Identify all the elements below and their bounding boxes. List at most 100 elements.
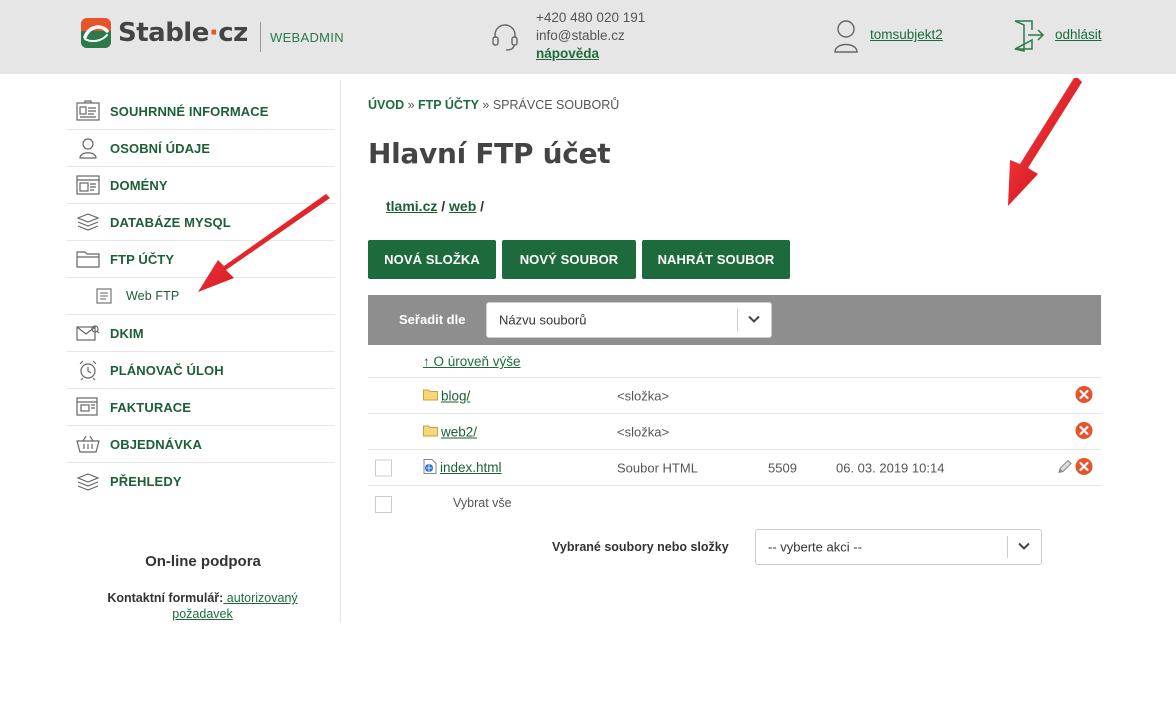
stack-icon: [75, 471, 101, 493]
contact-info: +420 480 020 191 info@stable.cz nápověda: [536, 9, 645, 63]
support-text: Kontaktní formulář: autorizovaný požadav…: [100, 590, 305, 622]
delete-icon[interactable]: [1075, 385, 1093, 406]
chevron-down-icon: [1017, 540, 1031, 555]
sidebar-item-label: SOUHRNNÉ INFORMACE: [110, 103, 269, 119]
id-card-icon: [75, 100, 101, 122]
sort-select[interactable]: Názvu souborů: [486, 302, 772, 338]
envelope-key-icon: [75, 322, 101, 344]
sidebar-item-label: OSOBNÍ ÚDAJE: [110, 140, 211, 156]
support-title: On-line podpora: [145, 553, 261, 570]
sidebar-divider: [340, 80, 341, 623]
new-folder-button[interactable]: NOVÁ SLOŽKA: [368, 240, 496, 279]
sidebar-item-order[interactable]: OBJEDNÁVKA: [67, 426, 335, 463]
logout-icon[interactable]: [1012, 18, 1046, 55]
breadcrumb-ftp[interactable]: FTP ÚČTY: [418, 98, 479, 112]
path-root-link[interactable]: tlami.cz: [386, 198, 437, 214]
sidebar-item-label: Web FTP: [126, 289, 180, 303]
sidebar-item-label: DOMÉNY: [110, 177, 168, 193]
html-file-icon: [423, 458, 437, 477]
phone-number: +420 480 020 191: [536, 10, 646, 25]
folder-icon: [423, 424, 438, 439]
sidebar-item-label: OBJEDNÁVKA: [110, 436, 203, 452]
parent-dir-row: ↑ O úroveň výše: [368, 347, 1101, 378]
folder-icon: [423, 388, 438, 403]
file-name-link[interactable]: index.html: [440, 460, 502, 475]
breadcrumb-home[interactable]: ÚVOD: [368, 98, 404, 112]
contact-email[interactable]: info@stable.cz: [536, 27, 645, 45]
file-size: 5509: [768, 460, 797, 475]
folder-icon: [75, 248, 101, 270]
document-icon: [95, 285, 113, 307]
browser-window-icon: [75, 174, 101, 196]
table-row: blog/ <složka>: [368, 378, 1101, 414]
breadcrumb-separator: »: [404, 98, 419, 112]
sidebar-item-label: DKIM: [110, 325, 144, 341]
chevron-down-icon: [747, 313, 761, 328]
sidebar-item-label: PŘEHLEDY: [110, 474, 182, 489]
page-title: Hlavní FTP účet: [368, 137, 611, 170]
path-separator: /: [437, 198, 450, 214]
pencil-icon[interactable]: [1057, 458, 1073, 477]
logo-divider: [260, 22, 261, 52]
invoice-icon: [75, 396, 101, 418]
new-file-button[interactable]: NOVÝ SOUBOR: [502, 240, 636, 279]
file-name-link[interactable]: blog/: [441, 388, 470, 403]
sidebar-item-summary[interactable]: SOUHRNNÉ INFORMACE: [67, 93, 335, 130]
path-separator: /: [476, 198, 485, 214]
sidebar-item-dkim[interactable]: DKIM: [67, 315, 335, 352]
basket-icon: [75, 433, 101, 455]
sidebar-item-label: PLÁNOVAČ ÚLOH: [110, 362, 224, 378]
select-divider: [1007, 536, 1008, 558]
sort-label: Seřadit dle: [399, 312, 466, 327]
app-subtitle: WEBADMIN: [270, 30, 344, 45]
parent-dir-link[interactable]: ↑ O úroveň výše: [423, 354, 521, 369]
current-path: tlami.cz / web /: [386, 198, 484, 214]
bulk-action-label: Vybrané soubory nebo složky: [552, 540, 729, 554]
select-divider: [737, 309, 738, 331]
help-link[interactable]: nápověda: [536, 46, 599, 61]
delete-icon[interactable]: [1075, 457, 1093, 478]
file-type: Soubor HTML: [617, 460, 698, 475]
database-icon: [75, 211, 101, 233]
upload-file-button[interactable]: NAHRÁT SOUBOR: [642, 240, 790, 279]
username-link[interactable]: tomsubjekt2: [870, 27, 943, 42]
alarm-clock-icon: [75, 359, 101, 381]
stable-logo-icon: [80, 17, 112, 49]
annotation-arrow-icon: [1008, 78, 1082, 206]
file-list: ↑ O úroveň výše blog/ <složka> web2/ <sl…: [368, 347, 1101, 486]
file-name-link[interactable]: web2/: [441, 424, 477, 439]
user-icon: [832, 18, 860, 57]
support-label: Kontaktní formulář:: [107, 591, 224, 605]
breadcrumb-separator: »: [478, 98, 493, 112]
file-name-cell: web2/: [423, 424, 477, 439]
table-row: index.html Soubor HTML 5509 06. 03. 2019…: [368, 450, 1101, 486]
sidebar-item-reports[interactable]: PŘEHLEDY: [67, 463, 335, 500]
annotation-arrow-icon: [198, 194, 330, 292]
sidebar-item-personal[interactable]: OSOBNÍ ÚDAJE: [67, 130, 335, 167]
sort-select-value: Názvu souborů: [499, 312, 587, 328]
sidebar-item-scheduler[interactable]: PLÁNOVAČ ÚLOH: [67, 352, 335, 389]
file-date: 06. 03. 2019 10:14: [836, 460, 945, 475]
file-type: <složka>: [617, 424, 670, 439]
path-folder-link[interactable]: web: [449, 198, 476, 214]
headset-icon: [490, 22, 520, 55]
logout-link[interactable]: odhlásit: [1055, 27, 1102, 42]
sidebar-item-invoices[interactable]: FAKTURACE: [67, 389, 335, 426]
logo-text: Stable·cz: [118, 18, 248, 48]
sort-bar: Seřadit dle Názvu souborů: [368, 295, 1101, 345]
select-all-checkbox[interactable]: [375, 496, 392, 513]
file-name-cell: index.html: [423, 458, 502, 477]
bulk-action-select[interactable]: -- vyberte akci --: [755, 529, 1042, 565]
file-checkbox[interactable]: [375, 459, 392, 476]
select-all-label: Vybrat vše: [453, 496, 512, 510]
sidebar-item-label: FTP ÚČTY: [110, 251, 175, 267]
breadcrumb-current: SPRÁVCE SOUBORŮ: [492, 98, 620, 112]
table-row: web2/ <složka>: [368, 414, 1101, 450]
bulk-action-value: -- vyberte akci --: [768, 539, 862, 555]
sidebar-item-label: FAKTURACE: [110, 399, 192, 415]
person-icon: [75, 137, 101, 159]
logo[interactable]: Stable·cz: [80, 17, 248, 49]
breadcrumb: ÚVOD » FTP ÚČTY » SPRÁVCE SOUBORŮ: [368, 98, 619, 112]
delete-icon[interactable]: [1075, 421, 1093, 442]
file-type: <složka>: [617, 388, 670, 403]
